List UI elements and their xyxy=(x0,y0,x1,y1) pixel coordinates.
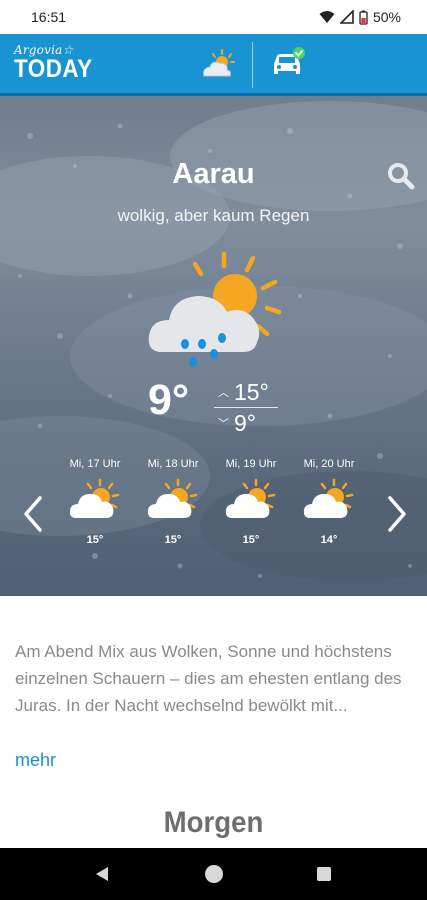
home-button[interactable] xyxy=(184,848,244,900)
low-temperature: 9° xyxy=(234,409,256,436)
hourly-forecast: Mi, 17 Uhr 15° Mi, 18 Uhr 15° Mi, 19 Uhr… xyxy=(56,458,368,546)
forecast-item[interactable]: Mi, 20 Uhr 14° xyxy=(290,458,368,546)
status-time: 16:51 xyxy=(31,9,67,25)
wifi-icon xyxy=(319,11,335,23)
forecast-item[interactable]: Mi, 17 Uhr 15° xyxy=(56,458,134,546)
forecast-temp: 15° xyxy=(164,534,182,546)
current-temperature: 9° xyxy=(148,376,190,424)
app-logo[interactable]: Argovia☆ TODAY xyxy=(14,44,101,82)
status-icons: 50% xyxy=(319,9,401,25)
home-circle-icon xyxy=(205,865,223,883)
battery-icon xyxy=(359,10,368,25)
temperature-range: ︿ 15° ﹀ 9° xyxy=(214,378,278,437)
signal-icon xyxy=(339,10,354,24)
up-arrow-icon: ︿ xyxy=(218,387,229,399)
weather-description: wolkig, aber kaum Regen xyxy=(117,206,310,225)
weather-hero: Aarau wolkig, aber kaum Regen 9° ︿ 15° ﹀ xyxy=(0,96,427,596)
high-temperature: 15° xyxy=(234,378,269,405)
recents-square-icon xyxy=(317,867,331,881)
forecast-temp: 14° xyxy=(320,534,338,546)
forecast-item[interactable]: Mi, 18 Uhr 15° xyxy=(134,458,212,546)
high-temp-row: ︿ 15° xyxy=(214,378,278,406)
next-arrow-icon[interactable] xyxy=(382,494,412,534)
weather-nav-icon[interactable] xyxy=(198,48,238,82)
traffic-car-icon[interactable] xyxy=(268,46,308,82)
recents-button[interactable] xyxy=(294,848,354,900)
forecast-time: Mi, 20 Uhr xyxy=(303,458,355,470)
more-link[interactable]: mehr xyxy=(15,750,56,771)
down-arrow-icon: ﹀ xyxy=(218,418,229,430)
back-triangle-icon xyxy=(96,867,108,881)
battery-percent: 50% xyxy=(372,9,401,25)
logo-big-text: TODAY xyxy=(14,55,93,83)
sun-cloud-icon xyxy=(224,478,276,520)
weather-summary-text: Am Abend Mix aus Wolken, Sonne und höchs… xyxy=(15,642,402,715)
forecast-temp: 15° xyxy=(242,534,260,546)
status-bar: 16:51 50% xyxy=(0,0,427,34)
forecast-time: Mi, 19 Uhr xyxy=(225,458,277,470)
forecast-temp: 15° xyxy=(86,534,104,546)
sun-cloud-icon xyxy=(302,478,354,520)
app-bar: Argovia☆ TODAY xyxy=(0,34,427,96)
sun-cloud-icon xyxy=(68,478,120,520)
forecast-time: Mi, 17 Uhr xyxy=(69,458,121,470)
section-title-morgen: Morgen xyxy=(163,806,264,839)
appbar-divider xyxy=(252,42,253,88)
low-temp-row: ﹀ 9° xyxy=(214,409,278,437)
temp-range-divider xyxy=(214,407,278,408)
sun-cloud-icon xyxy=(146,478,198,520)
sun-cloud-rain-icon xyxy=(148,251,282,367)
system-nav-bar xyxy=(0,848,427,900)
city-name: Aarau xyxy=(172,158,255,190)
search-icon[interactable] xyxy=(386,161,416,191)
previous-arrow-icon[interactable] xyxy=(18,494,48,534)
forecast-time: Mi, 18 Uhr xyxy=(147,458,199,470)
back-button[interactable] xyxy=(72,848,132,900)
forecast-item[interactable]: Mi, 19 Uhr 15° xyxy=(212,458,290,546)
